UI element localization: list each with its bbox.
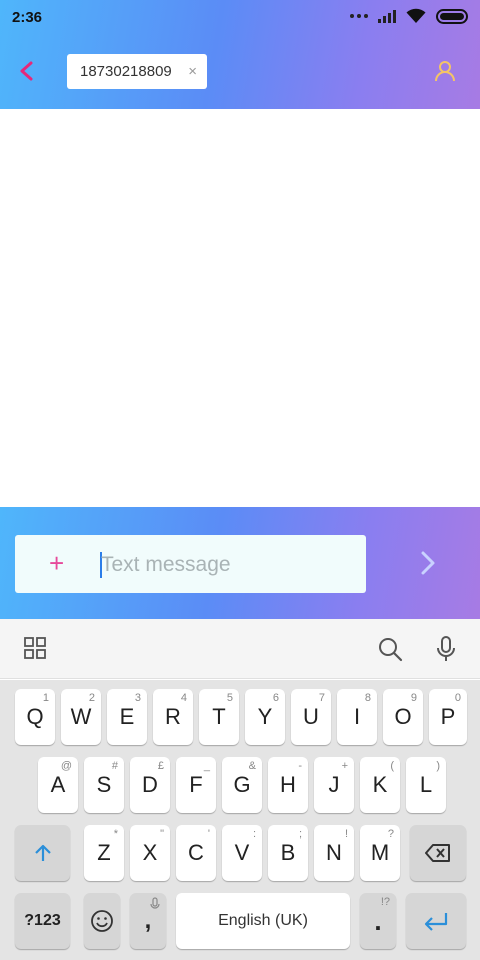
shift-arrow-icon (34, 844, 51, 861)
compose-bar: + (0, 507, 480, 619)
recipient-number: 18730218809 (80, 63, 172, 80)
key-g[interactable]: G & (222, 757, 262, 813)
contact-person-icon[interactable] (432, 58, 458, 84)
comma-key[interactable]: , (130, 893, 166, 949)
key-b[interactable]: B; (268, 825, 308, 881)
key-z[interactable]: Z * (84, 825, 124, 881)
attach-plus-icon[interactable]: + (49, 549, 64, 577)
key-w[interactable]: W2 (61, 689, 101, 745)
status-bar: 2:36 (0, 0, 480, 34)
enter-arrow-icon (424, 913, 448, 931)
key-y[interactable]: Y6 (245, 689, 285, 745)
signal-icon (378, 9, 396, 23)
app-header: 2:36 18730218809 × (0, 0, 480, 109)
key-u[interactable]: U7 (291, 689, 331, 745)
key-m[interactable]: M? (360, 825, 400, 881)
chip-close-icon[interactable]: × (188, 63, 197, 80)
back-arrow-icon[interactable] (14, 58, 40, 84)
emoji-key[interactable] (84, 893, 120, 949)
message-input[interactable] (101, 549, 351, 581)
grid-menu-icon[interactable] (24, 637, 46, 659)
message-box: + (15, 535, 366, 593)
key-a[interactable]: A @ (38, 757, 78, 813)
key-d[interactable]: D £ (130, 757, 170, 813)
status-time: 2:36 (12, 9, 43, 26)
enter-key[interactable] (406, 893, 466, 949)
key-j[interactable]: J + (314, 757, 354, 813)
status-icons (350, 8, 468, 24)
key-p[interactable]: P0 (429, 689, 467, 745)
key-l[interactable]: L) (406, 757, 446, 813)
microphone-icon[interactable] (434, 635, 458, 663)
key-q[interactable]: Q1 (15, 689, 55, 745)
key-n[interactable]: N! (314, 825, 354, 881)
smiley-icon (91, 910, 113, 932)
key-v[interactable]: V: (222, 825, 262, 881)
key-f[interactable]: F _ (176, 757, 216, 813)
mic-hint-icon (150, 897, 160, 909)
period-key[interactable]: . !? (360, 893, 396, 949)
send-arrow-icon[interactable] (414, 549, 442, 577)
key-o[interactable]: O9 (383, 689, 423, 745)
wifi-icon (406, 8, 426, 23)
keyboard-toolbar (0, 619, 480, 679)
key-i[interactable]: I8 (337, 689, 377, 745)
key-h[interactable]: H- (268, 757, 308, 813)
symbols-key[interactable]: ?123 (15, 893, 70, 949)
keyboard: Q1 W2 E3 R4 T5 Y6 U7 I8 O9 P0 A @ S # D £ F… (0, 680, 480, 960)
key-e[interactable]: E3 (107, 689, 147, 745)
key-c[interactable]: C ' (176, 825, 216, 881)
key-x[interactable]: X " (130, 825, 170, 881)
space-key[interactable]: English (UK) (176, 893, 350, 949)
search-icon[interactable] (377, 636, 403, 662)
more-dots-icon (350, 14, 368, 18)
recipient-chip[interactable]: 18730218809 × (67, 54, 207, 89)
key-k[interactable]: K( (360, 757, 400, 813)
key-t[interactable]: T5 (199, 689, 239, 745)
key-s[interactable]: S # (84, 757, 124, 813)
battery-icon (436, 8, 468, 24)
conversation-area (0, 109, 480, 507)
shift-key[interactable] (15, 825, 70, 881)
key-r[interactable]: R4 (153, 689, 193, 745)
backspace-key[interactable] (410, 825, 466, 881)
backspace-icon (425, 844, 450, 862)
